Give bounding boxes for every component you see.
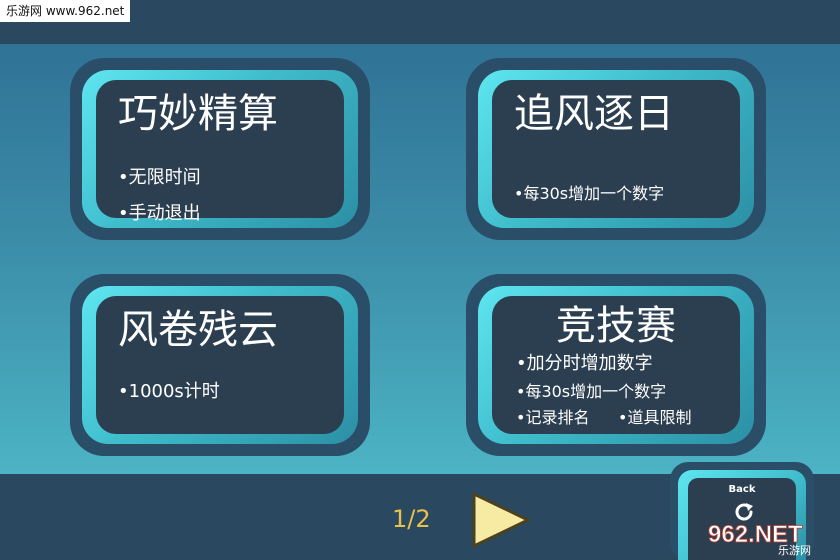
mode-card-competition[interactable]: 竞技赛 •加分时增加数字 •每30s增加一个数字 •记录排名 •道具限制 <box>466 274 766 456</box>
watermark-logo: 962.NET 乐游网 <box>708 521 811 556</box>
card-inner: 巧妙精算 •无限时间 •手动退出 <box>96 80 344 224</box>
mode-card-precise[interactable]: 巧妙精算 •无限时间 •手动退出 <box>70 58 370 240</box>
page-indicator: 1/2 <box>392 505 431 533</box>
mode-rule: •1000s计时 <box>118 381 220 402</box>
mode-title: 竞技赛 <box>556 303 676 349</box>
next-page-button[interactable] <box>468 490 534 550</box>
mode-rule: •道具限制 <box>618 408 692 427</box>
watermark-sub: 乐游网 <box>778 544 811 556</box>
card-inner: 竞技赛 •加分时增加数字 •每30s增加一个数字 •记录排名 •道具限制 <box>492 296 740 434</box>
play-triangle-icon <box>472 492 530 548</box>
back-label: Back <box>728 484 756 495</box>
mode-title: 巧妙精算 <box>118 91 278 137</box>
mode-title: 追风逐日 <box>514 91 674 137</box>
mode-rule: •无限时间 <box>118 167 201 188</box>
mode-card-chase-sun[interactable]: 追风逐日 •每30s增加一个数字 <box>466 58 766 240</box>
card-inner: 风卷残云 •1000s计时 <box>96 296 344 434</box>
mode-rule: •加分时增加数字 <box>516 353 653 374</box>
mode-rule: •每30s增加一个数字 <box>516 382 667 401</box>
mode-rule: •手动退出 <box>118 203 201 224</box>
mode-card-storm[interactable]: 风卷残云 •1000s计时 <box>70 274 370 456</box>
mode-rule: •记录排名 <box>516 408 590 427</box>
mode-title: 风卷残云 <box>118 307 278 353</box>
card-inner: 追风逐日 •每30s增加一个数字 <box>492 80 740 218</box>
watermark-top: 乐游网 www.962.net <box>0 0 131 22</box>
mode-rule: •每30s增加一个数字 <box>514 184 665 203</box>
